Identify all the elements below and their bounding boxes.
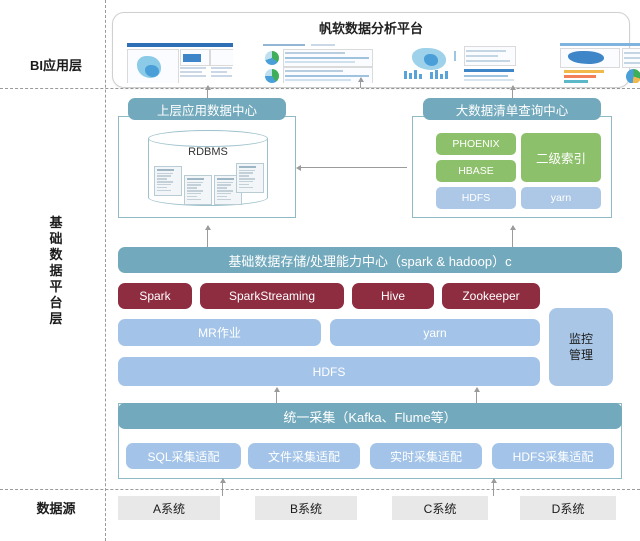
collection-header: 统一采集（Kafka、Flume等） — [118, 403, 622, 429]
table-schema-1 — [154, 166, 182, 196]
storage-hdfs: HDFS — [118, 357, 540, 386]
layer-label-datasource: 数据源 — [36, 501, 76, 516]
arrow-querycenter-to-bi — [509, 85, 516, 98]
layer-label-platform-c1: 础 — [49, 231, 63, 246]
platform-core-header: 基础数据存储/处理能力中心（spark & hadoop）c — [118, 247, 622, 273]
layer-label-platform-c6: 层 — [49, 311, 63, 326]
divider-source-layer — [0, 489, 640, 490]
adapter-sql: SQL采集适配 — [126, 443, 241, 469]
arrow-sources-to-collection — [219, 478, 226, 496]
arrow-collection-to-core — [273, 387, 280, 403]
layer-label-bi: BI应用层 — [29, 58, 82, 73]
layer-label-platform-c5: 台 — [49, 295, 63, 310]
rdbms-cylinder: RDBMS — [148, 130, 268, 206]
chip-yarn: yarn — [521, 187, 601, 209]
adapter-realtime: 实时采集适配 — [370, 443, 482, 469]
engine-hive: Hive — [352, 283, 434, 309]
table-schema-4 — [236, 163, 264, 193]
resource-yarn: yarn — [330, 319, 540, 346]
layer-label-platform: 基 础 数 据 平 台 层 — [46, 215, 66, 327]
source-system-d: D系统 — [520, 496, 616, 520]
arrow-querycenter-to-appcenter — [296, 164, 407, 171]
adapter-file: 文件采集适配 — [248, 443, 360, 469]
chip-hdfs: HDFS — [436, 187, 516, 209]
table-schema-2 — [184, 175, 212, 205]
engine-zookeeper: Zookeeper — [442, 283, 540, 309]
dashboard-thumbnail-2 — [263, 43, 373, 83]
adapter-hdfs: HDFS采集适配 — [492, 443, 614, 469]
chip-hbase: HBASE — [436, 160, 516, 182]
app-data-center-header: 上层应用数据中心 — [128, 98, 286, 120]
divider-bi-layer — [0, 88, 640, 89]
layer-label-platform-c0: 基 — [49, 215, 63, 230]
layer-label-platform-c4: 平 — [49, 279, 63, 294]
arrow-core-to-querycenter — [509, 225, 516, 247]
source-system-a: A系统 — [118, 496, 220, 520]
dashboard-thumbnail-4 — [560, 43, 640, 83]
engine-sparkstreaming: SparkStreaming — [200, 283, 344, 309]
layer-label-platform-c3: 据 — [49, 263, 63, 278]
dashboard-thumbnail-1 — [127, 43, 233, 83]
source-system-c: C系统 — [392, 496, 488, 520]
bi-platform-title: 帆软数据分析平台 — [318, 21, 423, 36]
divider-vertical-label-column — [105, 0, 106, 541]
source-system-b: B系统 — [255, 496, 357, 520]
arrow-sources-to-collection-2 — [490, 478, 497, 496]
arrow-appcenter-to-bi — [204, 85, 211, 98]
arrow-center-to-bi — [357, 77, 364, 88]
chip-phoenix: PHOENIX — [436, 133, 516, 155]
layer-label-platform-c2: 数 — [49, 247, 63, 262]
rdbms-label: RDBMS — [188, 146, 228, 158]
architecture-diagram: BI应用层 基 础 数 据 平 台 层 数据源 帆软数据分析平台 上层应用数据中… — [0, 0, 640, 541]
monitor-management-box: 监控 管理 — [549, 308, 613, 386]
cylinder-top — [148, 130, 268, 147]
dashboard-thumbnail-3 — [398, 43, 523, 83]
bigdata-query-center-header: 大数据清单查询中心 — [423, 98, 601, 120]
bi-platform-card: 帆软数据分析平台 — [112, 12, 640, 88]
arrow-core-to-appcenter — [204, 225, 211, 247]
chip-secondary-index: 二级索引 — [521, 133, 601, 182]
arrow-collection-to-core-2 — [473, 387, 480, 403]
resource-mr-job: MR作业 — [118, 319, 321, 346]
engine-spark: Spark — [118, 283, 192, 309]
monitor-management-label: 监控 管理 — [568, 332, 593, 362]
